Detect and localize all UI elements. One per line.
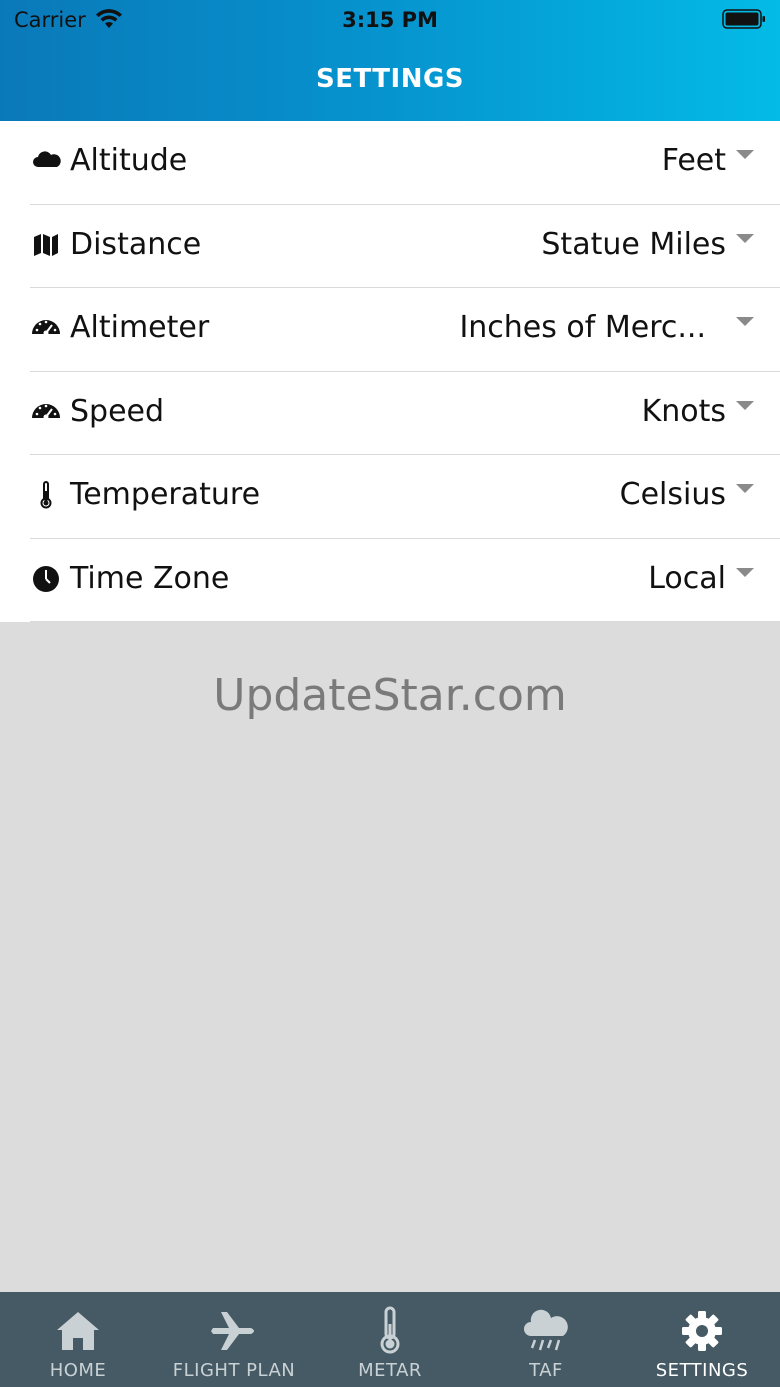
chevron-down-icon[interactable] [736,400,754,410]
gauge-icon [32,320,60,336]
setting-value[interactable]: Inches of Merc... [459,310,706,345]
chevron-down-icon[interactable] [736,317,754,326]
setting-value[interactable]: Statue Miles [541,227,726,262]
setting-label: Altimeter [70,310,210,345]
tab-label: FLIGHT PLAN [172,1360,296,1381]
app-header: Carrier 3:15 PM SETTINGS [0,0,780,121]
chevron-down-icon[interactable] [736,484,754,493]
setting-value[interactable]: Feet [662,143,726,178]
chevron-down-icon[interactable] [736,233,754,243]
thermometer-icon [380,1306,400,1354]
setting-row-speed[interactable]: Speed Knots [0,372,780,455]
divider [30,621,780,622]
settings-list: Altitude Feet Distance Statue Miles Alti… [0,121,780,622]
clock-icon [33,565,59,592]
tab-taf[interactable]: TAF [468,1292,624,1387]
airplane-icon [211,1312,254,1350]
chevron-down-icon[interactable] [736,150,754,159]
setting-label: Temperature [70,477,261,512]
tab-label: SETTINGS [655,1360,749,1381]
tab-label: HOME [49,1360,107,1381]
tab-label: TAF [529,1360,563,1381]
chevron-down-icon[interactable] [736,567,754,577]
home-icon [57,1312,99,1350]
setting-label: Time Zone [70,560,230,596]
setting-value[interactable]: Knots [642,394,726,429]
tab-label: METAR [358,1360,422,1381]
setting-value[interactable]: Celsius [620,477,726,512]
setting-value[interactable]: Local [648,561,726,596]
map-icon [34,233,58,256]
gear-icon [682,1311,722,1351]
setting-label: Distance [70,226,202,262]
watermark: UpdateStar.com [213,670,567,721]
cloud-icon [33,151,61,167]
setting-row-distance[interactable]: Distance Statue Miles [0,205,780,288]
tab-metar[interactable]: METAR [312,1292,468,1387]
setting-label: Speed [70,393,165,429]
speedometer-icon [32,403,60,419]
setting-row-temperature[interactable]: Temperature Celsius [0,455,780,539]
setting-row-altimeter[interactable]: Altimeter Inches of Merc... [0,288,780,372]
tab-flight-plan[interactable]: FLIGHT PLAN [156,1292,312,1387]
setting-row-altitude[interactable]: Altitude Feet [0,121,780,205]
battery-icon [722,9,765,29]
setting-row-time-zone[interactable]: Time Zone Local [0,539,780,622]
setting-label: Altitude [70,143,188,178]
tab-bar: HOME FLIGHT PLAN METAR TAF SETTINGS [0,1292,780,1387]
status-bar: Carrier 3:15 PM [0,0,780,40]
thermometer-icon [40,481,52,509]
tab-settings[interactable]: SETTINGS [624,1292,780,1387]
tab-home[interactable]: HOME [0,1292,156,1387]
page-title: SETTINGS [315,64,465,94]
status-time: 3:15 PM [342,8,438,32]
rain-cloud-icon [524,1309,568,1351]
